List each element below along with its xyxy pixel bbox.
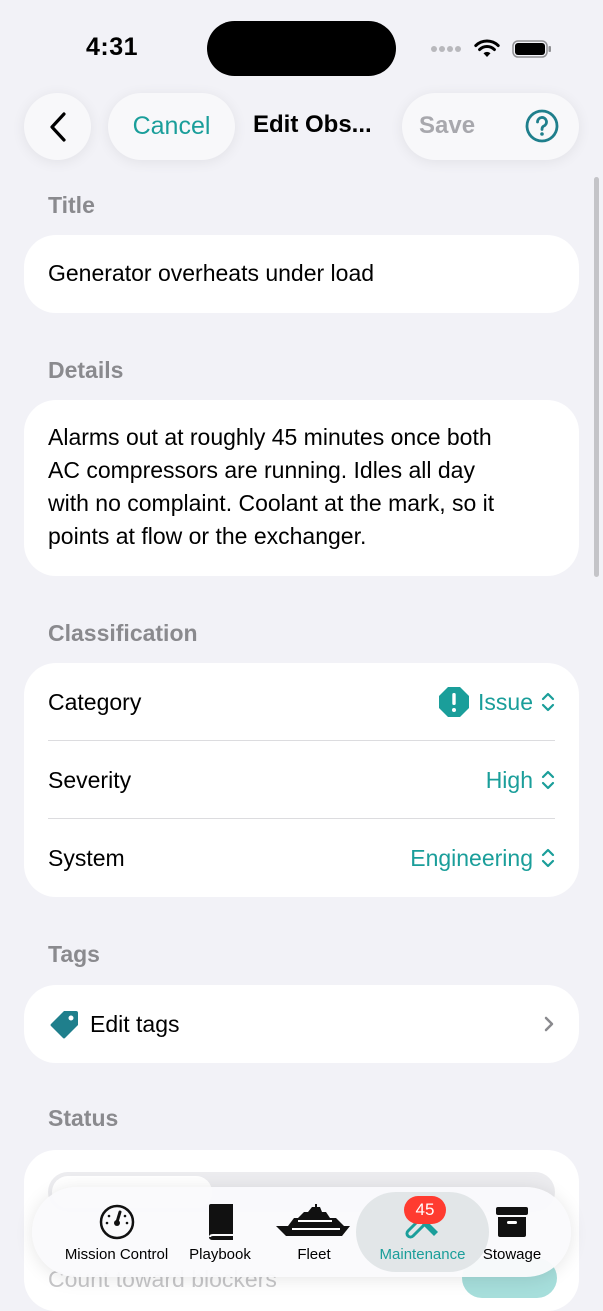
category-picker[interactable]: Issue [438,686,555,718]
status-time: 4:31 [86,33,139,61]
status-section-label: Status [48,1105,119,1131]
chevron-right-icon [544,1016,554,1032]
nav-actions-group: Save [402,93,579,160]
archive-box-icon [496,1206,528,1237]
severity-picker[interactable]: High [486,767,555,794]
details-text: Alarms out at roughly 45 minutes once bo… [48,421,494,553]
edit-tags-button[interactable]: Edit tags [24,985,579,1063]
classification-section-label: Classification [48,620,198,646]
tab-label: Playbook [189,1245,251,1263]
help-icon[interactable] [525,109,559,143]
status-bar: 4:31 [0,0,603,96]
exclamation-octagon-icon [439,687,470,717]
tags-section-label: Tags [48,941,100,967]
system-value: Engineering [410,844,533,871]
system-row[interactable]: System Engineering [48,819,555,897]
gauge-icon [99,1204,134,1239]
edit-tags-label: Edit tags [90,1010,180,1037]
chevron-up-down-icon [541,848,555,868]
status-icons [430,36,552,62]
save-button[interactable]: Save [419,112,475,140]
tab-label: Maintenance [379,1245,466,1263]
title-section-label: Title [48,192,95,218]
wifi-icon [474,39,500,57]
details-textarea[interactable]: Alarms out at roughly 45 minutes once bo… [24,400,579,576]
category-row[interactable]: Category Issue [48,663,555,741]
details-section-label: Details [48,357,124,383]
chevron-left-icon [49,111,66,142]
system-label: System [48,844,125,871]
tab-stowage[interactable]: Stowage [478,1187,546,1277]
tab-label: Mission Control [64,1245,169,1263]
details-line: AC compressors are running. Idles all da… [48,457,475,483]
severity-row[interactable]: Severity High [48,741,555,819]
yacht-icon [276,1203,350,1236]
book-icon [209,1203,233,1240]
tab-fleet[interactable]: Fleet [271,1187,357,1277]
battery-icon [512,40,551,58]
title-input[interactable]: Generator overheats under load [24,235,579,313]
system-picker[interactable]: Engineering [410,845,555,872]
scroll-indicator[interactable] [594,177,599,577]
title-input-value: Generator overheats under load [48,260,375,286]
tab-mission-control[interactable]: Mission Control [50,1187,183,1277]
details-line: Alarms out at roughly 45 minutes once bo… [48,424,492,450]
chevron-up-down-icon [541,692,555,712]
tab-playbook[interactable]: Playbook [182,1187,258,1277]
severity-value: High [485,766,533,793]
details-line: with no complaint. Coolant at the mark, … [48,490,495,516]
classification-card: Category Issue Severity High System Engi… [24,663,579,897]
tag-icon [50,1011,78,1039]
back-button[interactable] [24,93,91,160]
cellular-signal-icon [431,46,461,52]
tab-label: Stowage [482,1245,542,1263]
cancel-button[interactable]: Cancel [108,93,235,160]
tab-label: Fleet [297,1245,331,1263]
chevron-up-down-icon [541,770,555,790]
category-label: Category [48,688,142,715]
details-line: points at flow or the exchanger. [48,523,367,549]
dynamic-island [207,21,396,76]
severity-label: Severity [48,766,132,793]
maintenance-badge: 45 [404,1196,446,1224]
tab-bar: Mission Control Playbook Fleet Maintenan… [32,1187,571,1277]
page-title: Edit Obs... [253,111,372,138]
category-value: Issue [478,688,533,715]
